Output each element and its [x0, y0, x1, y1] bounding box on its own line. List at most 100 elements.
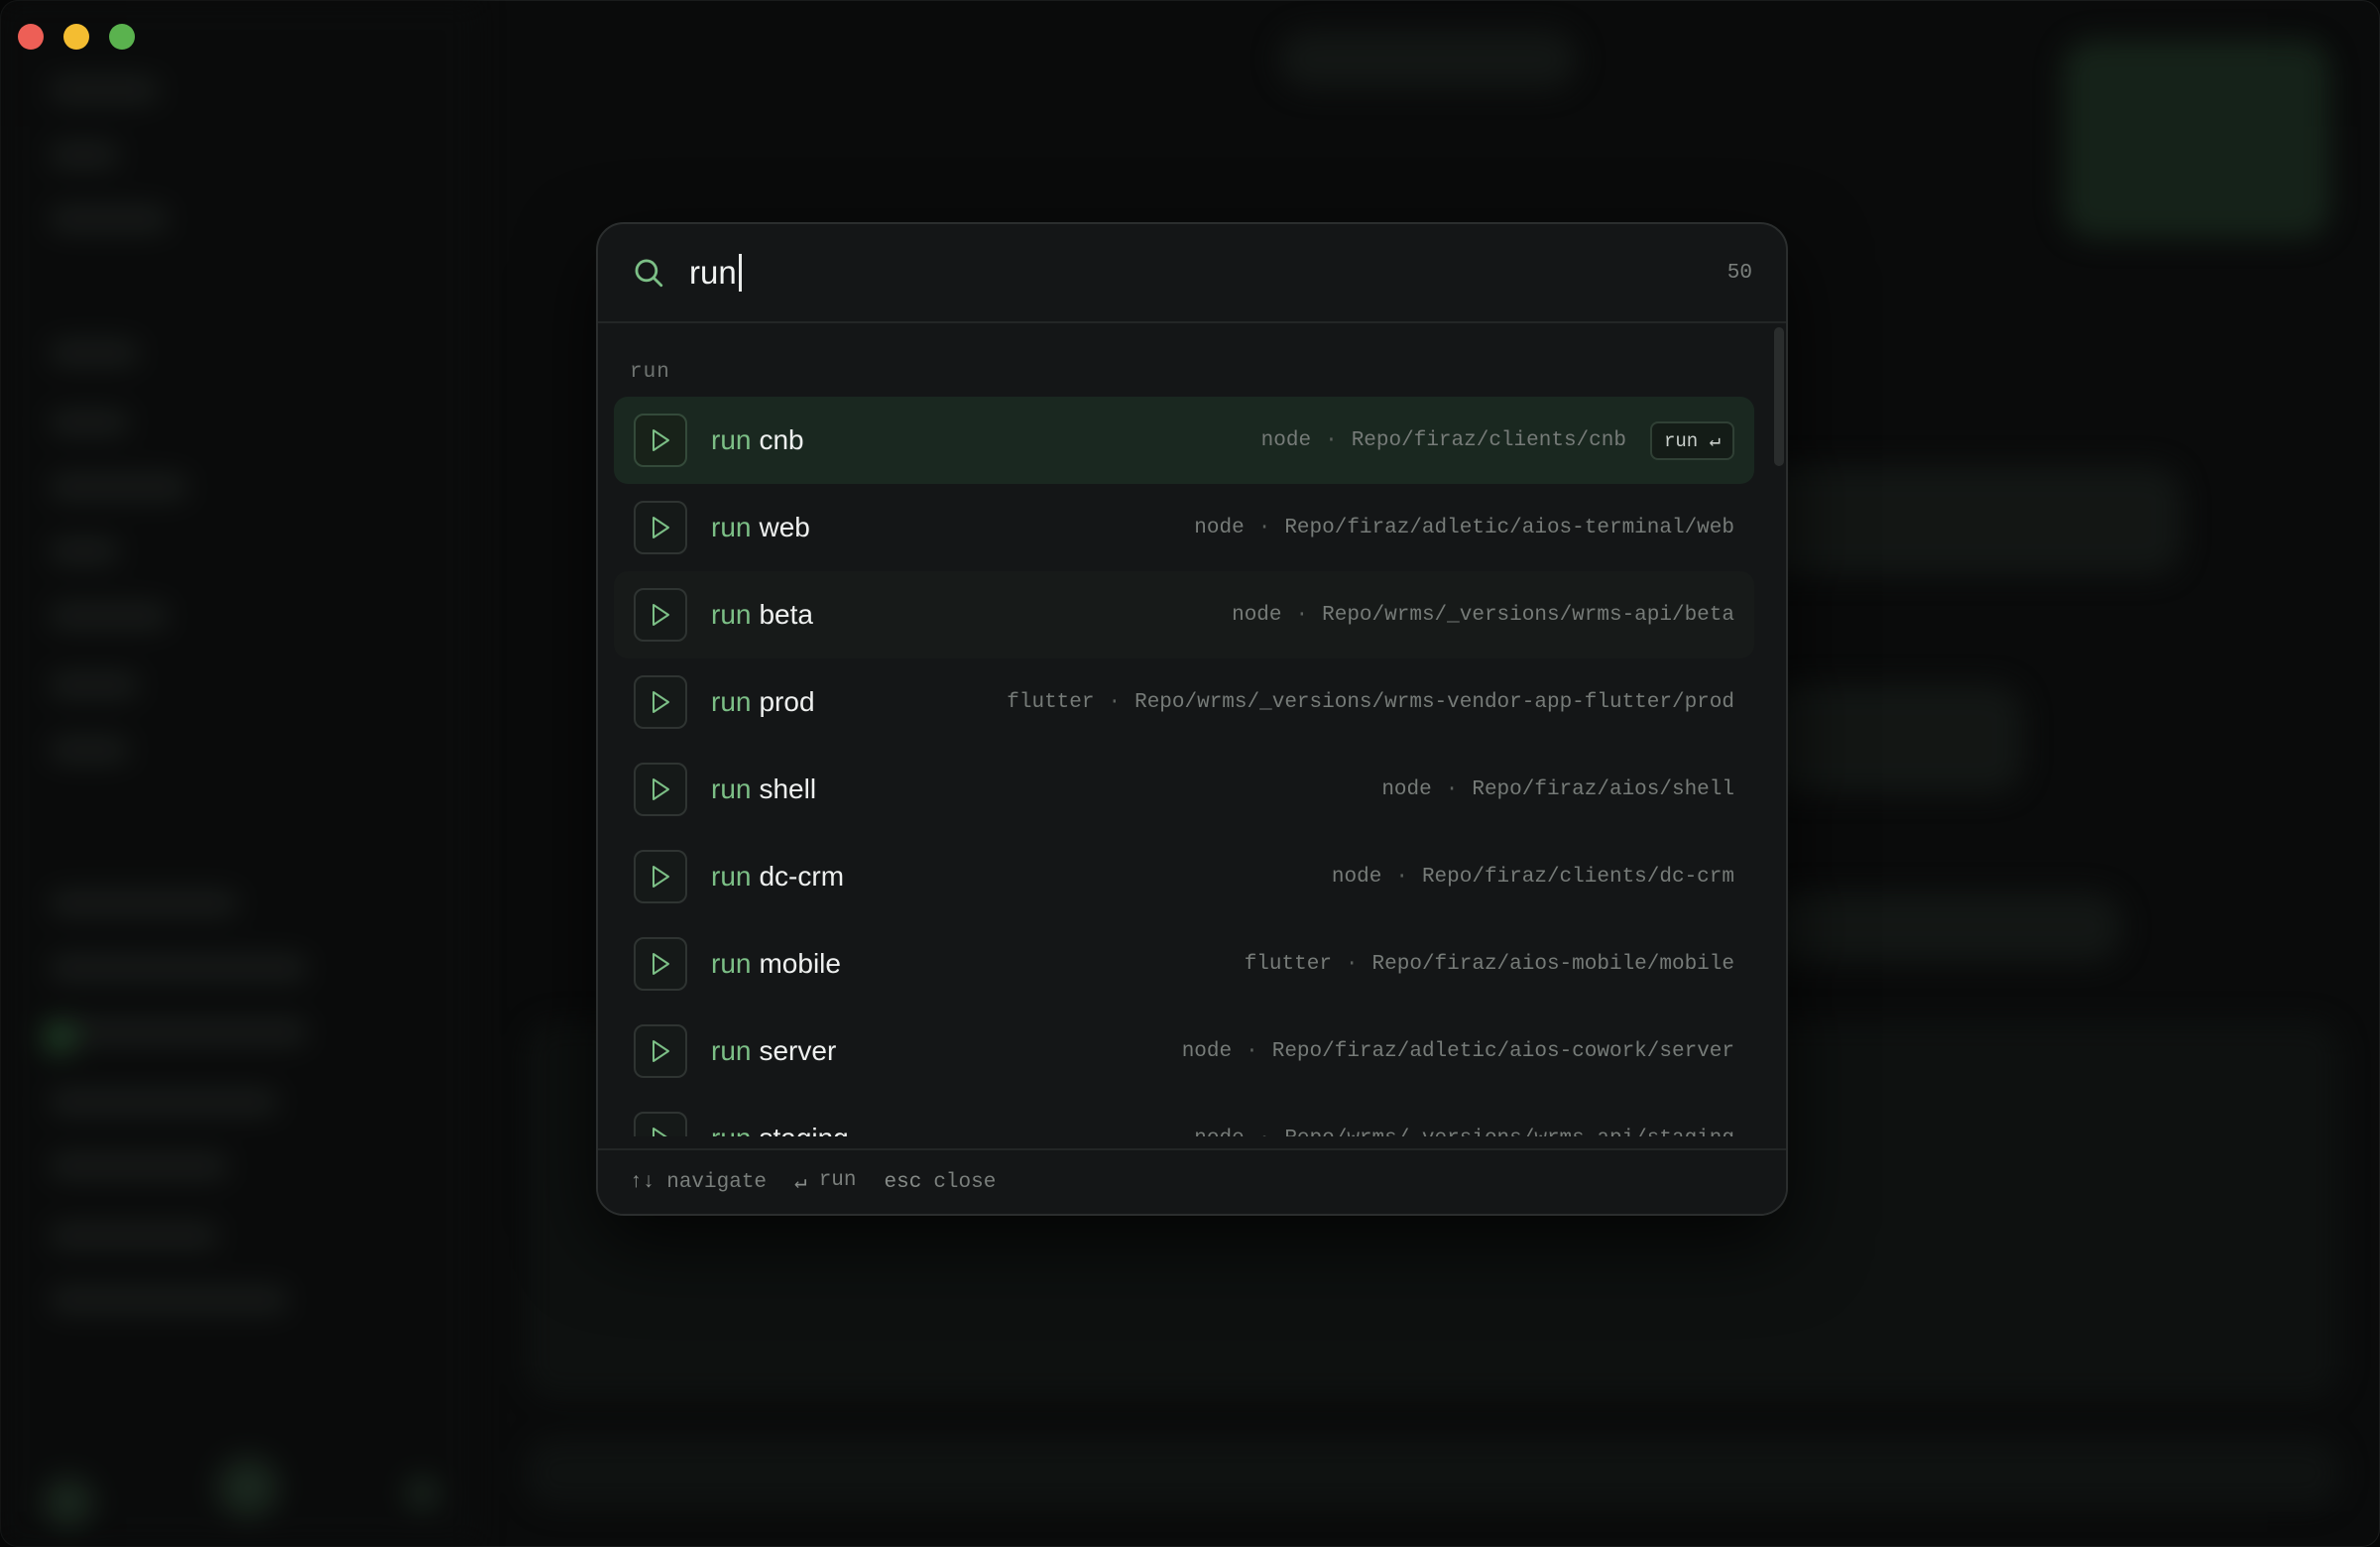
results-list[interactable]: run run cnb node · Repo/firaz/clients/cnb r… — [598, 323, 1786, 1136]
result-label: run mobile — [711, 948, 841, 980]
command-palette: run 50 run run cnb node · Repo/firaz/client… — [596, 222, 1788, 1216]
run-hint-label: run — [818, 1169, 857, 1192]
result-row[interactable]: run prod flutter · Repo/wrms/_versions/wrms… — [614, 658, 1754, 746]
result-keyword: run — [711, 948, 752, 979]
result-row[interactable]: run shell node · Repo/firaz/aios/shell — [614, 746, 1754, 833]
result-meta: node · Repo/firaz/adletic/aios-cowork/serv… — [1182, 1040, 1734, 1063]
play-icon — [653, 1040, 669, 1062]
result-path: Repo/firaz/clients/dc-crm — [1421, 865, 1734, 889]
result-runtime: flutter — [1007, 690, 1095, 714]
result-name: web — [759, 512, 810, 542]
close-hint-label: close — [933, 1170, 997, 1194]
result-row[interactable]: run web node · Repo/firaz/adletic/aios-term… — [614, 484, 1754, 571]
result-path: Repo/wrms/_versions/wrms-api/staging — [1284, 1128, 1734, 1137]
result-runtime: node — [1181, 1039, 1233, 1063]
enter-key-icon: ↵ — [794, 1172, 807, 1195]
search-query: run — [689, 254, 737, 291]
background-sidebar — [0, 0, 476, 1547]
result-meta: flutter · Repo/wrms/_versions/wrms-vendor-… — [1007, 691, 1734, 714]
result-runtime: node — [1194, 1128, 1244, 1137]
play-icon — [653, 953, 669, 975]
maximize-window-button[interactable] — [109, 24, 135, 50]
result-runtime: node — [1331, 865, 1382, 889]
scrollbar-thumb[interactable] — [1774, 327, 1784, 466]
result-name: dc-crm — [759, 861, 845, 892]
esc-key: esc — [884, 1170, 922, 1194]
window-controls — [18, 24, 135, 50]
close-window-button[interactable] — [18, 24, 44, 50]
result-keyword: run — [711, 512, 752, 542]
result-meta: node · Repo/wrms/_versions/wrms-api/stagin… — [1194, 1128, 1734, 1137]
result-path: Repo/firaz/adletic/aios-cowork/server — [1271, 1039, 1734, 1063]
play-icon-button — [634, 414, 687, 467]
result-row[interactable]: run mobile flutter · Repo/firaz/aios-mobile… — [614, 920, 1754, 1008]
result-keyword: run — [711, 424, 752, 455]
search-input[interactable]: run — [689, 254, 1727, 292]
result-row[interactable]: run staging node · Repo/wrms/_versions/wrms… — [614, 1095, 1754, 1136]
results-rows: run cnb node · Repo/firaz/clients/cnb run ↵… — [614, 397, 1754, 1136]
navigate-hint: ↑↓ navigate — [630, 1171, 767, 1194]
result-name: cnb — [759, 424, 804, 455]
run-hint: ↵ run — [794, 1169, 856, 1195]
result-name: shell — [759, 774, 817, 804]
result-count: 50 — [1726, 261, 1752, 285]
search-icon — [635, 259, 663, 288]
result-name: prod — [759, 686, 815, 717]
play-icon-button — [634, 850, 687, 903]
play-icon-button — [634, 675, 687, 729]
result-keyword: run — [711, 861, 752, 892]
result-label: run web — [711, 512, 810, 543]
result-meta: flutter · Repo/firaz/aios-mobile/mobile — [1245, 953, 1734, 976]
result-keyword: run — [711, 1035, 752, 1066]
meta-separator: · — [1395, 865, 1408, 889]
result-runtime: node — [1194, 516, 1245, 539]
run-shortcut-badge: run ↵ — [1649, 420, 1734, 460]
result-label: run prod — [711, 686, 815, 718]
app-window: run 50 run run cnb node · Repo/firaz/client… — [0, 0, 2380, 1547]
section-header: run — [630, 361, 670, 384]
play-icon-button — [634, 763, 687, 816]
search-bar: run 50 — [598, 224, 1786, 323]
result-runtime: node — [1381, 777, 1432, 801]
play-icon — [653, 1128, 667, 1136]
text-caret — [738, 254, 742, 292]
result-label: run server — [711, 1035, 836, 1067]
meta-separator: · — [1246, 1039, 1258, 1063]
play-icon-button — [634, 1112, 687, 1136]
result-path: Repo/firaz/clients/cnb — [1351, 428, 1626, 452]
meta-separator: · — [1108, 690, 1122, 714]
navigate-hint-label: navigate — [666, 1170, 768, 1194]
keyboard-hints: ↑↓ navigate ↵ run esc close — [598, 1148, 1786, 1214]
result-path: Repo/firaz/aios/shell — [1472, 777, 1734, 801]
result-row[interactable]: run dc-crm node · Repo/firaz/clients/dc-crm — [614, 833, 1754, 920]
minimize-window-button[interactable] — [63, 24, 89, 50]
play-icon — [653, 429, 669, 451]
arrow-keys-icon: ↑↓ — [630, 1170, 655, 1194]
result-meta: node · Repo/firaz/aios/shell — [1381, 778, 1734, 801]
play-icon-button — [634, 501, 687, 554]
close-hint: esc close — [885, 1171, 997, 1194]
play-icon — [653, 691, 669, 713]
result-runtime: node — [1232, 603, 1282, 627]
result-meta: node · Repo/firaz/clients/cnb — [1261, 429, 1626, 452]
result-runtime: node — [1260, 428, 1312, 452]
result-meta: node · Repo/firaz/adletic/aios-terminal/we… — [1194, 517, 1734, 539]
result-row[interactable]: run cnb node · Repo/firaz/clients/cnb run ↵ — [614, 397, 1754, 484]
play-icon — [653, 517, 669, 538]
result-name: server — [759, 1035, 837, 1066]
result-meta: node · Repo/firaz/clients/dc-crm — [1332, 866, 1734, 889]
result-path: Repo/wrms/_versions/wrms-vendor-app-flut… — [1134, 690, 1734, 714]
result-path: Repo/wrms/_versions/wrms-api/beta — [1322, 603, 1734, 627]
result-row[interactable]: run beta node · Repo/wrms/_versions/wrms-ap… — [614, 571, 1754, 658]
result-row[interactable]: run server node · Repo/firaz/adletic/aios-c… — [614, 1008, 1754, 1095]
result-label: run dc-crm — [711, 861, 844, 892]
result-name: staging — [759, 1123, 848, 1136]
result-path: Repo/firaz/adletic/aios-terminal/web — [1284, 516, 1734, 539]
result-label: run cnb — [711, 424, 804, 456]
result-keyword: run — [711, 599, 752, 630]
result-path: Repo/firaz/aios-mobile/mobile — [1371, 952, 1734, 976]
result-meta: node · Repo/wrms/_versions/wrms-api/beta — [1232, 604, 1734, 627]
result-keyword: run — [711, 686, 752, 717]
play-icon — [653, 778, 669, 800]
result-name: mobile — [759, 948, 841, 979]
